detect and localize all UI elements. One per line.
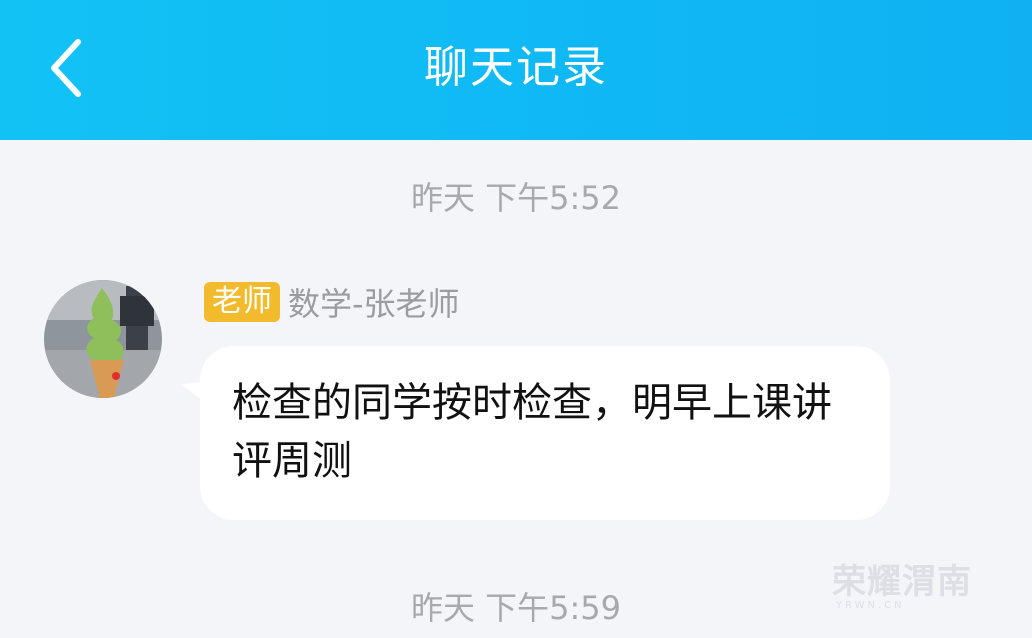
sender-avatar[interactable]	[44, 280, 162, 398]
top-bar: 聊天记录	[0, 0, 1032, 140]
ice-cream-avatar	[44, 280, 162, 398]
sender-name: 数学-张老师	[288, 285, 460, 323]
message-bubble[interactable]: 检查的同学按时检查，明早上课讲评周测	[200, 346, 890, 520]
message-text: 检查的同学按时检查，明早上课讲评周测	[232, 380, 832, 484]
page-title: 聊天记录	[424, 42, 608, 93]
watermark: 荣耀渭南 YRWN.CN	[832, 562, 994, 614]
message-timestamp: 昨天 下午5:52	[410, 179, 622, 217]
watermark-text: 荣耀渭南	[832, 562, 972, 602]
role-badge: 老师	[204, 282, 280, 322]
watermark-subtext: YRWN.CN	[836, 600, 905, 611]
sender-info: 老师 数学-张老师	[204, 280, 460, 324]
